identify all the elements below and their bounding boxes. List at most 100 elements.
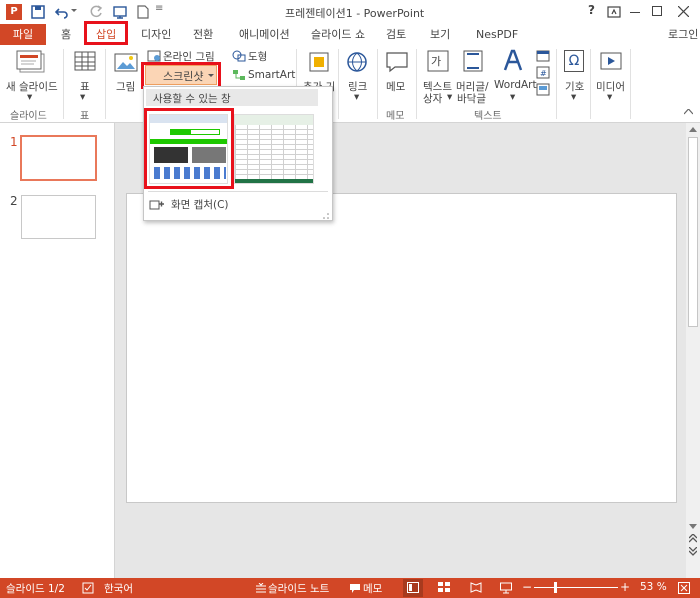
notes-icon[interactable] [256,583,266,593]
tab-view[interactable]: 보기 [430,26,450,44]
shapes-icon[interactable] [232,50,246,62]
collapse-ribbon-icon[interactable] [684,109,693,115]
wordart-icon[interactable] [502,48,524,74]
tab-home[interactable]: 홈 [61,26,71,44]
smartart-icon[interactable] [232,69,246,81]
minimize-button[interactable] [630,12,640,13]
zoom-level[interactable]: 53 % [640,581,667,593]
table-icon[interactable] [74,51,96,71]
close-icon[interactable] [678,6,689,17]
header-footer-icon[interactable] [463,50,483,72]
table-dropdown[interactable]: ▾ [80,91,85,103]
link-icon[interactable] [346,51,368,73]
date-time-icon[interactable] [536,49,550,62]
symbols-dropdown[interactable]: ▾ [571,91,576,103]
undo-dropdown-icon[interactable] [71,9,77,13]
normal-view-button[interactable] [403,579,423,597]
tab-transitions[interactable]: 전환 [193,26,213,44]
help-button[interactable]: ? [588,3,595,17]
start-from-beginning-icon[interactable] [113,5,127,19]
scroll-down-icon[interactable] [689,524,697,529]
slide-thumbnails-pane: 1 2 [0,123,114,578]
online-picture-icon[interactable] [147,50,161,62]
ribbon-display-options-icon[interactable] [607,5,621,19]
available-windows-header: 사용할 수 있는 창 [146,89,318,106]
previous-slide-icon[interactable] [689,534,697,543]
smartart-button[interactable]: SmartArt [248,69,295,81]
undo-icon[interactable] [55,5,69,19]
window-thumbnail-spreadsheet[interactable] [234,114,314,184]
screen-clipping-icon [149,200,164,210]
slide-thumbnail-1[interactable] [20,135,97,181]
slide-canvas[interactable] [126,193,677,503]
comment-icon[interactable] [385,51,409,73]
available-windows-label: 사용할 수 있는 창 [153,93,231,105]
scrollbar-thumb[interactable] [688,137,698,327]
header-footer-button-line2[interactable]: 바닥글 [457,91,486,106]
comments-button[interactable]: 메모 [363,581,382,596]
vertical-scrollbar[interactable] [686,123,700,578]
addin-icon[interactable] [308,51,330,73]
zoom-slider-thumb[interactable] [554,582,557,593]
media-icon[interactable] [600,50,622,72]
picture-icon[interactable] [114,51,138,73]
next-slide-icon[interactable] [689,547,697,556]
tab-slideshow[interactable]: 슬라이드 쇼 [311,26,365,44]
tab-animations[interactable]: 애니메이션 [239,26,290,44]
symbol-icon[interactable]: Ω [564,50,584,72]
reading-view-icon[interactable] [470,582,482,593]
slide-number-icon[interactable]: # [536,66,550,79]
wordart-button[interactable]: WordArt [494,79,537,91]
slide-thumbnail-2[interactable] [21,195,96,239]
login-link[interactable]: 로그인 [668,26,698,44]
new-document-icon[interactable] [137,5,149,19]
separator [105,49,106,119]
zoom-in-button[interactable]: + [620,580,630,594]
ribbon: 새 슬라이드 ▾ 슬라이드 표 ▾ 표 그림 온라인 그림 도형 SmartAr… [0,45,700,123]
new-slide-icon[interactable] [16,50,46,76]
shapes-button[interactable]: 도형 [248,49,267,64]
dropdown-divider [148,191,328,192]
picture-button[interactable]: 그림 [116,79,135,94]
notes-button[interactable]: 슬라이드 노트 [268,581,329,596]
tab-nespdf[interactable]: NesPDF [476,26,518,44]
save-icon[interactable] [31,5,45,19]
spelling-icon[interactable] [82,582,94,594]
resize-grip-icon[interactable] [322,212,329,219]
slide-sorter-icon[interactable] [438,582,450,593]
language-indicator[interactable]: 한국어 [104,581,133,596]
screen-clipping-button[interactable]: 화면 캡처(C) [171,197,229,212]
link-dropdown[interactable]: ▾ [354,91,359,103]
scroll-up-icon[interactable] [689,127,697,132]
new-slide-dropdown[interactable]: ▾ [27,91,32,103]
group-text-label: 텍스트 [474,111,502,122]
slideshow-icon[interactable] [500,582,512,594]
redo-icon[interactable] [89,5,103,19]
restore-button[interactable] [652,6,662,16]
separator [338,49,339,119]
fit-to-window-icon[interactable] [678,582,690,594]
pane-divider[interactable] [114,123,115,578]
separator [416,49,417,119]
textbox-button-line2[interactable]: 상자 [423,91,442,106]
highlight-insert-tab [84,21,128,45]
media-dropdown[interactable]: ▾ [607,91,612,103]
comments-icon[interactable] [349,583,361,594]
textbox-icon[interactable]: 가 [427,50,449,72]
svg-text:가: 가 [431,55,441,68]
zoom-slider[interactable] [534,587,618,588]
customize-qat-icon[interactable]: ≡ [155,3,163,14]
tab-file[interactable]: 파일 [0,24,46,45]
tab-design[interactable]: 디자인 [141,26,171,44]
wordart-dropdown[interactable]: ▾ [510,91,515,103]
object-icon[interactable] [536,83,550,96]
textbox-dropdown[interactable]: ▾ [447,91,452,103]
separator [556,49,557,119]
normal-view-icon [407,582,419,593]
slide-counter[interactable]: 슬라이드 1/2 [6,581,65,596]
tab-review[interactable]: 검토 [386,26,406,44]
window-title: 프레젠테이션1 - PowerPoint [285,7,425,20]
comment-button[interactable]: 메모 [386,79,405,94]
excel-sheet-tabs [235,179,313,183]
zoom-out-button[interactable]: − [522,580,532,594]
